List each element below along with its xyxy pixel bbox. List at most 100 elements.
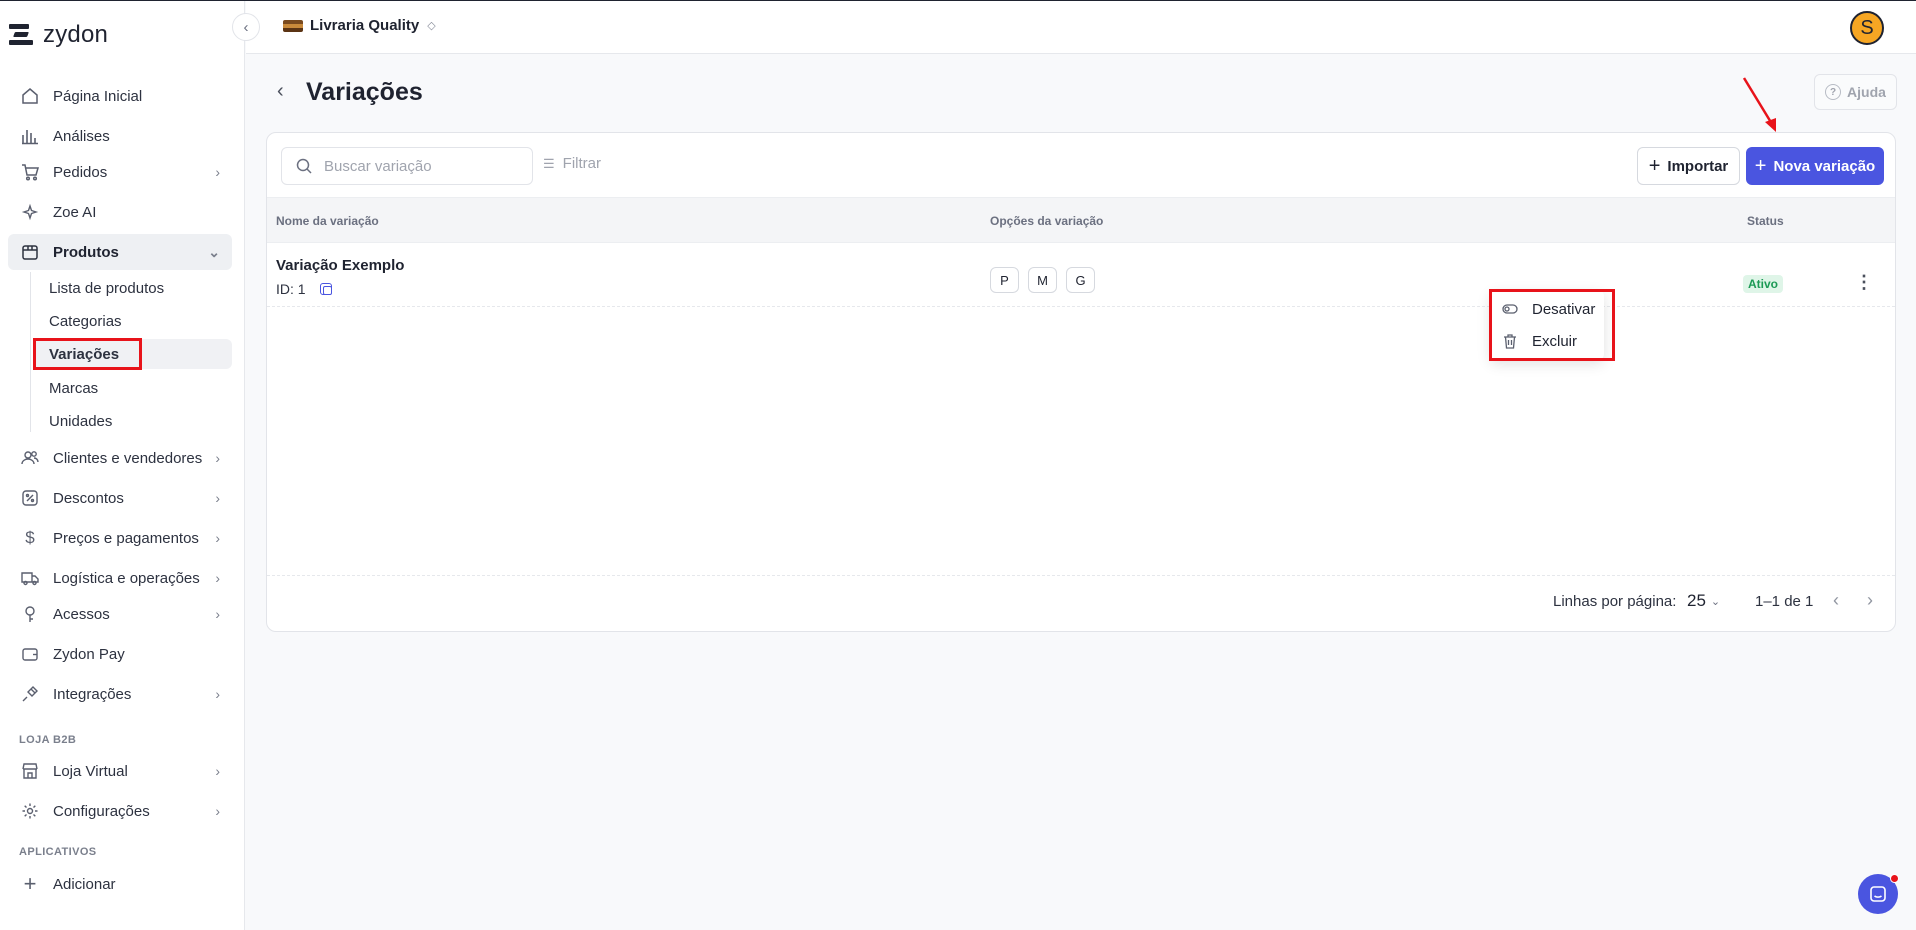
option-chip: M: [1028, 267, 1057, 293]
store-selector[interactable]: Livraria Quality ◇: [283, 17, 436, 34]
sidebar-item-label: Integrações: [53, 685, 132, 703]
filter-icon: ☰: [543, 155, 555, 171]
key-icon: [20, 604, 40, 624]
column-header-name[interactable]: Nome da variação: [276, 214, 379, 228]
store-icon: [20, 761, 40, 781]
zydon-logo-icon: [9, 22, 35, 48]
chat-icon: [1870, 886, 1886, 902]
variation-id: ID: 1: [276, 281, 332, 297]
sidebar-subitem-categorias[interactable]: Categorias: [33, 306, 232, 336]
truck-icon: [20, 568, 40, 588]
option-chip: G: [1066, 267, 1095, 293]
more-vertical-icon[interactable]: ⋮: [1855, 273, 1873, 291]
row-actions-menu: Desativar Excluir: [1490, 290, 1604, 360]
plus-icon: +: [1754, 154, 1767, 177]
menu-item-desativar[interactable]: Desativar: [1502, 294, 1612, 324]
sidebar-item-logistica[interactable]: Logística e operações ›: [8, 560, 232, 596]
dollar-icon: $: [25, 528, 35, 547]
variations-card: ☰ Filtrar + Importar + Nova variação Nom…: [266, 132, 1896, 632]
gear-icon: [20, 801, 40, 821]
sidebar-item-zydon-pay[interactable]: Zydon Pay: [8, 636, 232, 672]
sidebar-item-zoe-ai[interactable]: Zoe AI: [8, 194, 232, 230]
sidebar-item-label: Configurações: [53, 802, 150, 820]
help-button[interactable]: ? Ajuda: [1814, 74, 1897, 110]
import-button[interactable]: + Importar: [1637, 147, 1740, 185]
chevron-right-icon: ›: [215, 530, 220, 546]
sidebar-item-label: Logística e operações: [53, 569, 200, 587]
chevron-right-icon: ›: [215, 763, 220, 779]
box-icon: [20, 242, 40, 262]
submenu-guide-line: [30, 272, 31, 432]
table-row[interactable]: Variação Exemplo ID: 1 P M G Ativo ⋮: [267, 243, 1895, 307]
sidebar: zydon Página Inicial Análises Pedidos › …: [0, 1, 245, 930]
bar-chart-icon: [20, 126, 40, 146]
sidebar-item-label: Loja Virtual: [53, 762, 128, 780]
option-chip: P: [990, 267, 1019, 293]
search-icon: [296, 158, 312, 174]
trash-icon: [1502, 333, 1518, 349]
status-badge: Ativo: [1743, 275, 1783, 293]
sidebar-item-descontos[interactable]: Descontos ›: [8, 480, 232, 516]
cart-icon: [20, 162, 40, 182]
filter-button[interactable]: ☰ Filtrar: [543, 155, 601, 172]
annotation-arrow-icon: [1742, 77, 1776, 132]
sidebar-item-home[interactable]: Página Inicial: [8, 78, 232, 114]
sidebar-item-label: Página Inicial: [53, 87, 143, 105]
chevron-right-icon: ›: [215, 490, 220, 506]
sidebar-item-analises[interactable]: Análises: [8, 118, 232, 154]
chevron-right-icon: ›: [215, 606, 220, 622]
filter-label: Filtrar: [562, 155, 601, 172]
sidebar-subitem-unidades[interactable]: Unidades: [33, 406, 232, 436]
sidebar-item-pedidos[interactable]: Pedidos ›: [8, 154, 232, 190]
column-header-status[interactable]: Status: [1747, 214, 1784, 228]
chevron-right-icon: ›: [215, 686, 220, 702]
plus-icon: +: [1648, 154, 1661, 177]
sidebar-item-precos[interactable]: $ Preços e pagamentos ›: [8, 520, 232, 556]
chevron-right-icon: ›: [215, 450, 220, 466]
sidebar-item-label: Produtos: [53, 243, 119, 261]
chevron-right-icon: ›: [215, 803, 220, 819]
sidebar-item-produtos[interactable]: Produtos ⌄: [8, 234, 232, 270]
menu-item-label: Excluir: [1532, 332, 1578, 350]
sidebar-subitem-variacoes[interactable]: Variações: [33, 339, 232, 369]
avatar[interactable]: S: [1850, 11, 1884, 45]
next-page-button[interactable]: ›: [1867, 590, 1873, 611]
menu-item-excluir[interactable]: Excluir: [1502, 326, 1612, 356]
sidebar-item-label: Clientes e vendedores: [53, 449, 203, 467]
pagination-range: 1–1 de 1: [1755, 593, 1814, 610]
help-label: Ajuda: [1847, 84, 1886, 100]
wallet-icon: [20, 644, 40, 664]
discount-icon: [20, 488, 40, 508]
copy-icon[interactable]: [319, 283, 332, 295]
help-icon: ?: [1825, 84, 1842, 100]
sidebar-item-integracoes[interactable]: Integrações ›: [8, 676, 232, 712]
sidebar-subitem-marcas[interactable]: Marcas: [33, 373, 232, 403]
sidebar-item-adicionar[interactable]: + Adicionar: [8, 866, 232, 902]
section-label-b2b: LOJA B2B: [19, 734, 77, 746]
rows-per-page-select[interactable]: 25 ⌄: [1687, 591, 1720, 611]
previous-page-button[interactable]: ‹: [1833, 590, 1839, 611]
new-variation-button[interactable]: + Nova variação: [1746, 147, 1884, 185]
search-box[interactable]: [281, 147, 533, 185]
sidebar-item-acessos[interactable]: Acessos ›: [8, 596, 232, 632]
variation-id-text: ID: 1: [276, 281, 306, 297]
logo[interactable]: zydon: [9, 21, 108, 49]
store-logo-icon: [283, 19, 303, 32]
column-header-options[interactable]: Opções da variação: [990, 214, 1103, 228]
variation-name[interactable]: Variação Exemplo: [276, 257, 404, 274]
notification-dot: [1890, 874, 1899, 883]
sidebar-item-loja-virtual[interactable]: Loja Virtual ›: [8, 753, 232, 789]
sidebar-item-label: Zydon Pay: [53, 645, 125, 663]
sidebar-item-configuracoes[interactable]: Configurações ›: [8, 793, 232, 829]
home-icon: [20, 86, 40, 106]
sidebar-subitem-lista-produtos[interactable]: Lista de produtos: [33, 273, 232, 303]
chevron-updown-icon: ◇: [427, 20, 436, 32]
search-input[interactable]: [324, 157, 514, 175]
section-label-apps: APLICATIVOS: [19, 846, 97, 858]
store-name: Livraria Quality: [310, 17, 420, 34]
plus-icon: +: [23, 871, 37, 896]
back-button[interactable]: ‹: [277, 80, 284, 103]
collapse-sidebar-button[interactable]: ‹: [232, 13, 260, 41]
menu-item-label: Desativar: [1532, 300, 1596, 318]
sidebar-item-clientes[interactable]: Clientes e vendedores ›: [8, 440, 232, 476]
